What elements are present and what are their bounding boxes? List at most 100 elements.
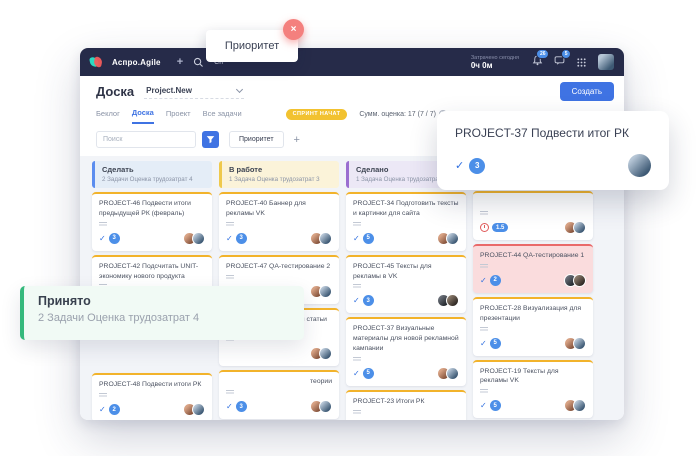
- task-title: PROJECT-46 Подвести итоги предыдущей РК …: [99, 199, 205, 219]
- column-title: В работе: [229, 165, 332, 174]
- column-header: В работе 1 Задача Оценка трудозатрат 3: [219, 161, 339, 188]
- time-tracked-value: 0ч 0м: [471, 61, 519, 70]
- estimate-badge: 3: [363, 295, 374, 306]
- estimate-badge: 3: [469, 158, 485, 174]
- add-filter-button[interactable]: +: [294, 134, 300, 146]
- avatar: [628, 154, 651, 177]
- task-card[interactable]: теории ✓3: [219, 370, 339, 419]
- task-card[interactable]: 1.5: [473, 191, 593, 240]
- task-title: PROJECT-19 Тексты для рекламы VK: [480, 367, 586, 387]
- apps-grid-icon[interactable]: [576, 57, 587, 68]
- column-done: Сделано 1 Задача Оценка трудозатрат PROJ…: [346, 161, 466, 420]
- avatar: [573, 399, 586, 412]
- aspro-logo-icon: [90, 56, 102, 68]
- avatar: [573, 274, 586, 287]
- check-icon: ✓: [353, 296, 360, 305]
- description-icon: [99, 393, 107, 398]
- task-title: PROJECT-47 QA-тестирование 2: [226, 262, 332, 272]
- sprint-status-badge: СПРИНТ НАЧАТ: [286, 109, 348, 120]
- sprint-summary-text: Сумм. оценка: 17 (7 / 7): [359, 111, 436, 118]
- notifications-badge: 26: [536, 49, 549, 59]
- tab-project[interactable]: Проект: [166, 109, 191, 123]
- dragged-task-card[interactable]: PROJECT-37 Подвести итог РК ✓ 3: [437, 111, 669, 190]
- check-icon: ✓: [480, 339, 487, 348]
- dragged-task-title: PROJECT-37 Подвести итог РК: [455, 126, 651, 140]
- priority-filter-chip[interactable]: Приоритет: [229, 131, 284, 148]
- task-card[interactable]: PROJECT-34 Подготовить тексты и картинки…: [346, 192, 466, 251]
- avatar: [192, 403, 205, 416]
- estimate-badge: 3: [236, 233, 247, 244]
- task-card[interactable]: PROJECT-40 Баннер для рекламы VK ✓3: [219, 192, 339, 251]
- check-icon: ✓: [480, 276, 487, 285]
- check-icon: ✓: [99, 234, 106, 243]
- estimate-badge: 3: [236, 401, 247, 412]
- task-title: теории: [226, 377, 332, 387]
- task-title: PROJECT-34 Подготовить тексты и картинки…: [353, 199, 459, 219]
- description-icon: [353, 410, 361, 415]
- close-icon[interactable]: ×: [283, 19, 304, 40]
- estimate-badge: 2: [109, 404, 120, 415]
- check-icon: ✓: [480, 401, 487, 410]
- user-avatar[interactable]: [598, 54, 614, 70]
- description-icon: [353, 357, 361, 362]
- messages-button[interactable]: 5: [554, 53, 565, 71]
- project-select-value: Project.New: [146, 86, 192, 95]
- time-tracked-label: Затрачено сегодня: [471, 55, 519, 61]
- description-icon: [226, 275, 234, 280]
- accepted-column-preview: Принято 2 Задачи Оценка трудозатрат 4: [20, 286, 304, 340]
- top-navbar: Аспро.Agile + Сп Затрачено сегодня 0ч 0м…: [80, 48, 624, 76]
- task-card[interactable]: PROJECT-19 Тексты для рекламы VK ✓5: [473, 360, 593, 419]
- task-card[interactable]: PROJECT-46 Подвести итоги предыдущей РК …: [92, 192, 212, 251]
- task-title: PROJECT-40 Баннер для рекламы VK: [226, 199, 332, 219]
- search-input[interactable]: [96, 131, 196, 148]
- add-button[interactable]: +: [177, 56, 183, 68]
- task-card[interactable]: PROJECT-37 Визуальные материалы для ново…: [346, 317, 466, 386]
- check-icon: ✓: [353, 369, 360, 378]
- check-icon: ✓: [455, 159, 464, 172]
- sprint-summary: Сумм. оценка: 17 (7 / 7) ?: [359, 110, 447, 118]
- chevron-down-icon: [236, 86, 243, 93]
- avatar: [446, 294, 459, 307]
- description-icon: [480, 389, 488, 394]
- description-icon: [226, 390, 234, 395]
- task-card[interactable]: PROJECT-28 Визуализация для презентации …: [473, 297, 593, 356]
- avatar: [319, 285, 332, 298]
- task-title: PROJECT-48 Подвести итоги РК: [99, 380, 205, 390]
- accepted-meta: 2 Задачи Оценка трудозатрат 4: [38, 312, 304, 324]
- task-card[interactable]: PROJECT-23 Итоги РК ✓5: [346, 390, 466, 420]
- task-card[interactable]: PROJECT-48 Подвести итоги РК ✓2: [92, 373, 212, 420]
- project-select[interactable]: Project.New: [144, 84, 244, 99]
- description-icon: [480, 327, 488, 332]
- page-title: Доска: [96, 84, 134, 99]
- column-title: Сделать: [102, 165, 205, 174]
- create-button[interactable]: Создать: [560, 82, 614, 101]
- task-title: PROJECT-42 Подсчитать UNIT-экономику нов…: [99, 262, 205, 282]
- task-card[interactable]: PROJECT-44 QA-тестирование 1 ✓2: [473, 244, 593, 293]
- estimate-badge: 3: [109, 233, 120, 244]
- check-icon: ✓: [226, 234, 233, 243]
- column-meta: 2 Задачи Оценка трудозатрат 4: [102, 176, 205, 183]
- description-icon: [480, 264, 488, 269]
- tab-all-tasks[interactable]: Все задачи: [203, 109, 242, 123]
- description-icon: [480, 211, 488, 216]
- search-icon[interactable]: [193, 57, 204, 68]
- avatar: [192, 232, 205, 245]
- time-spent-badge: 1.5: [492, 223, 508, 232]
- avatar: [446, 232, 459, 245]
- avatar: [319, 400, 332, 413]
- task-card[interactable]: PROJECT-45 Тексты для рекламы в VK ✓3: [346, 255, 466, 314]
- messages-badge: 5: [561, 49, 571, 59]
- column-header: Сделать 2 Задачи Оценка трудозатрат 4: [92, 161, 212, 188]
- tab-backlog[interactable]: Беклог: [96, 109, 120, 123]
- avatar: [573, 337, 586, 350]
- task-title: PROJECT-37 Визуальные материалы для ново…: [353, 324, 459, 354]
- app-window: Аспро.Agile + Сп Затрачено сегодня 0ч 0м…: [80, 48, 624, 420]
- avatar: [319, 347, 332, 360]
- notifications-button[interactable]: 26: [532, 53, 543, 71]
- tab-board[interactable]: Доска: [132, 108, 154, 124]
- description-icon: [353, 284, 361, 289]
- time-spent-icon: [480, 223, 489, 232]
- avatar: [446, 367, 459, 380]
- filter-button[interactable]: [202, 131, 219, 148]
- page: Аспро.Agile + Сп Затрачено сегодня 0ч 0м…: [0, 0, 700, 456]
